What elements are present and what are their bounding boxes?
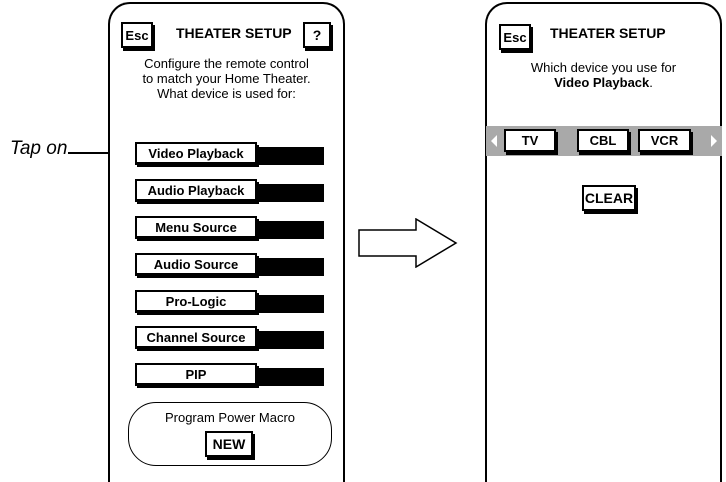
menu-row-pro-logic: Pro-Logic <box>135 290 324 313</box>
question-suffix: . <box>649 75 653 90</box>
menu-row-audio-source: Audio Source <box>135 253 324 276</box>
theater-setup-screen-left: Esc THEATER SETUP ? Configure the remote… <box>108 2 345 482</box>
menu-row-video-playback: Video Playback <box>135 142 324 165</box>
device-selector-bar: TV CBL VCR <box>486 126 722 156</box>
selected-function-label: Video Playback <box>554 75 650 90</box>
theater-setup-screen-right: Esc THEATER SETUP Which device you use f… <box>485 2 722 482</box>
esc-button[interactable]: Esc <box>499 24 531 50</box>
right-arrow-outline-icon <box>358 218 458 268</box>
power-macro-panel: Program Power Macro NEW <box>128 402 332 466</box>
new-macro-button[interactable]: NEW <box>205 431 253 457</box>
audio-source-button[interactable]: Audio Source <box>135 253 257 275</box>
description-line-1: Configure the remote control <box>144 56 309 71</box>
arrow-left-icon[interactable] <box>491 135 497 147</box>
menu-row-audio-playback: Audio Playback <box>135 179 324 202</box>
tap-on-label: Tap on <box>10 138 68 159</box>
setup-description: Configure the remote control to match yo… <box>110 56 343 101</box>
device-vcr-button[interactable]: VCR <box>638 129 691 152</box>
screen-title: THEATER SETUP <box>176 25 292 41</box>
pro-logic-button[interactable]: Pro-Logic <box>135 290 257 312</box>
menu-source-button[interactable]: Menu Source <box>135 216 257 238</box>
arrow-right-icon[interactable] <box>711 135 717 147</box>
question-line-1: Which device you use for <box>530 60 677 75</box>
channel-source-button[interactable]: Channel Source <box>135 326 257 348</box>
menu-row-channel-source: Channel Source <box>135 326 324 349</box>
esc-button[interactable]: Esc <box>121 22 153 48</box>
menu-row-pip: PIP <box>135 363 324 386</box>
device-question: Which device you use for Video Playback. <box>487 60 720 90</box>
video-playback-button[interactable]: Video Playback <box>135 142 257 164</box>
question-line-2: Video Playback. <box>487 75 720 90</box>
description-line-2: to match your Home Theater. <box>142 71 311 86</box>
description-line-3: What device is used for: <box>157 86 296 101</box>
menu-row-menu-source: Menu Source <box>135 216 324 239</box>
power-macro-label: Program Power Macro <box>164 410 296 425</box>
screen-title: THEATER SETUP <box>550 25 666 41</box>
device-cbl-button[interactable]: CBL <box>577 129 629 152</box>
pip-button[interactable]: PIP <box>135 363 257 385</box>
audio-playback-button[interactable]: Audio Playback <box>135 179 257 201</box>
help-button[interactable]: ? <box>303 22 331 48</box>
clear-button[interactable]: CLEAR <box>582 185 636 211</box>
device-tv-button[interactable]: TV <box>504 129 556 152</box>
